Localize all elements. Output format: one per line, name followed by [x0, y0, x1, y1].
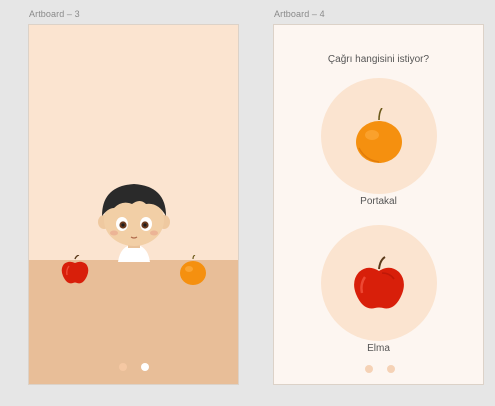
orange-icon: [356, 108, 402, 163]
orange-icon[interactable]: [179, 255, 207, 285]
question-text: Çağrı hangisini istiyor?: [327, 54, 430, 65]
artboard-4-label[interactable]: Artboard – 4: [274, 9, 325, 19]
pagination-dots: [365, 365, 395, 373]
pagination-dot-1[interactable]: [119, 363, 127, 371]
choice-apple-label: Elma: [367, 343, 390, 354]
artboard-3-label[interactable]: Artboard – 3: [29, 9, 80, 19]
apple-icon: [354, 256, 404, 309]
artboard-4[interactable]: Çağrı hangisini istiyor? Portakal Elma: [273, 24, 484, 385]
artboard-3[interactable]: [28, 24, 239, 385]
design-canvas: Artboard – 3 Artboard – 4 Çağrı hangisin…: [0, 0, 495, 406]
pagination-dot-2[interactable]: [141, 363, 149, 371]
pagination-dots: [119, 363, 149, 371]
pagination-dot-1[interactable]: [365, 365, 373, 373]
apple-icon[interactable]: [61, 255, 89, 285]
choice-orange-label: Portakal: [360, 196, 397, 207]
child-character: [98, 184, 170, 262]
pagination-dot-2[interactable]: [387, 365, 395, 373]
